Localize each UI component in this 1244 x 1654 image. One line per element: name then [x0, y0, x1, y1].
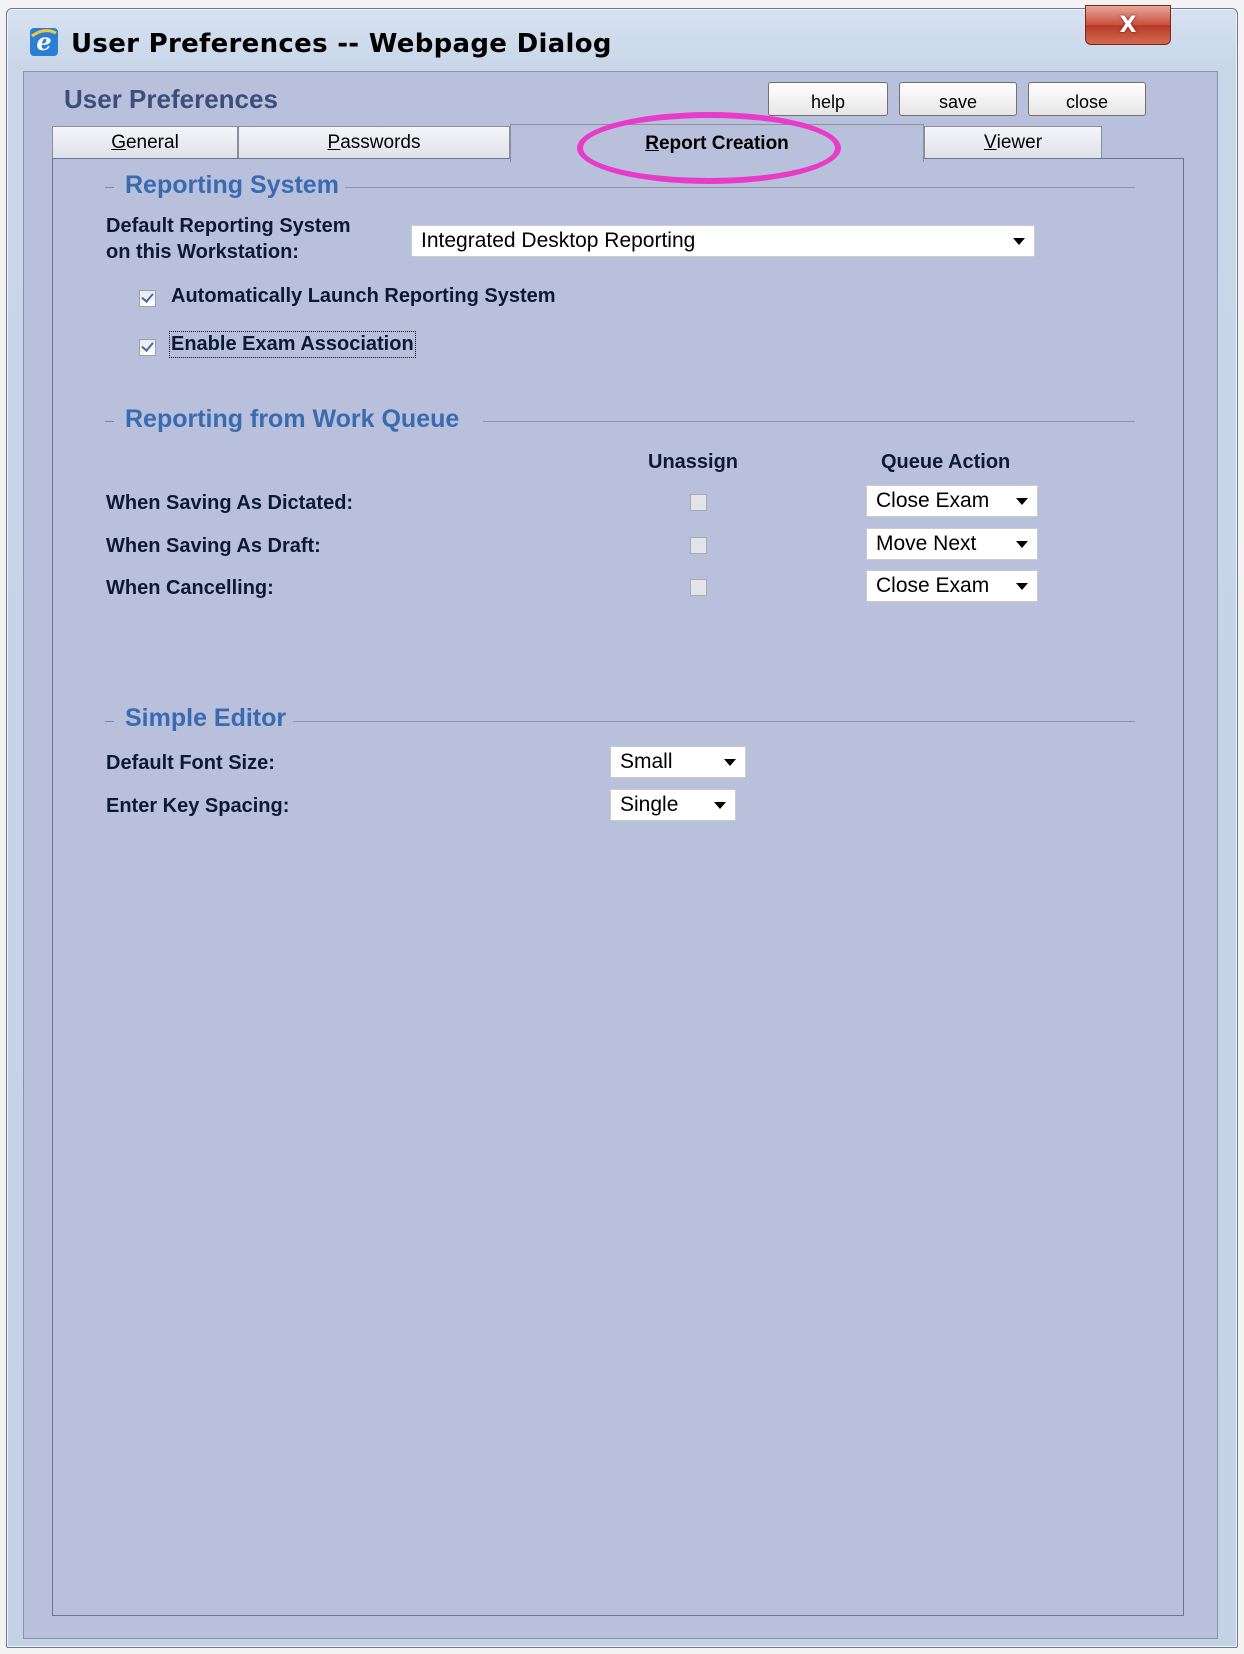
chevron-down-icon	[1016, 498, 1028, 505]
tab-access-key: V	[983, 131, 997, 153]
default-reporting-label-line1: Default Reporting System	[106, 215, 351, 237]
window-close-button[interactable]: X	[1085, 5, 1171, 45]
save-button[interactable]: save	[899, 82, 1017, 116]
close-button[interactable]: close	[1028, 82, 1146, 116]
section-divider	[343, 187, 1135, 188]
queue-row-label: When Saving As Draft:	[106, 535, 321, 557]
section-heading-reporting-system: Reporting System	[119, 171, 345, 200]
exam-association-label: Enable Exam Association	[169, 331, 416, 358]
chevron-down-icon	[1016, 541, 1028, 548]
chevron-down-icon	[1013, 238, 1025, 245]
tab-passwords[interactable]: Passwords	[238, 126, 510, 158]
title-bar: e User Preferences -- Webpage Dialog X	[7, 5, 1237, 71]
window-title: User Preferences -- Webpage Dialog	[71, 29, 612, 59]
tab-access-key: R	[645, 132, 659, 154]
section-dash	[105, 421, 114, 422]
help-button[interactable]: help	[768, 82, 888, 116]
font-size-select[interactable]: Small	[610, 746, 746, 778]
select-value: Close Exam	[876, 574, 990, 597]
queue-action-select[interactable]: Close Exam	[866, 570, 1038, 602]
dialog-window: e User Preferences -- Webpage Dialog X U…	[6, 5, 1238, 1648]
column-header-queue-action: Queue Action	[881, 451, 1011, 473]
chevron-down-icon	[724, 759, 736, 766]
key-spacing-select[interactable]: Single	[610, 789, 736, 821]
tab-label: asswords	[340, 131, 421, 153]
default-reporting-select[interactable]: Integrated Desktop Reporting	[411, 225, 1035, 257]
tab-label: eport Creation	[658, 132, 789, 154]
select-value: Close Exam	[876, 489, 990, 512]
tab-label: eneral	[125, 131, 179, 153]
chevron-down-icon	[714, 802, 726, 809]
section-divider	[293, 721, 1135, 722]
select-value: Small	[620, 750, 673, 773]
queue-row-label: When Saving As Dictated:	[106, 492, 354, 514]
queue-action-select[interactable]: Close Exam	[866, 485, 1038, 517]
internet-explorer-icon: e	[30, 27, 58, 56]
unassign-checkbox[interactable]	[690, 537, 707, 554]
select-value: Single	[620, 793, 679, 816]
font-size-label: Default Font Size:	[106, 752, 275, 774]
dialog-content: User Preferences help save close General…	[23, 71, 1218, 1639]
section-heading-work-queue: Reporting from Work Queue	[119, 405, 466, 434]
section-dash	[105, 187, 114, 188]
tab-access-key: G	[111, 131, 126, 153]
select-value: Integrated Desktop Reporting	[421, 229, 696, 252]
report-creation-panel: Reporting System Default Reporting Syste…	[52, 158, 1184, 1616]
page-title: User Preferences	[64, 84, 278, 114]
queue-row-label: When Cancelling:	[106, 577, 274, 599]
unassign-checkbox[interactable]	[690, 579, 707, 596]
default-reporting-label-line2: on this Workstation:	[106, 241, 299, 263]
auto-launch-checkbox[interactable]	[139, 290, 156, 307]
chevron-down-icon	[1016, 583, 1028, 590]
queue-action-select[interactable]: Move Next	[866, 528, 1038, 560]
section-heading-simple-editor: Simple Editor	[119, 704, 293, 733]
key-spacing-label: Enter Key Spacing:	[106, 795, 290, 817]
section-divider	[483, 421, 1135, 422]
column-header-unassign: Unassign	[648, 451, 739, 473]
tab-report-creation[interactable]: Report Creation	[510, 124, 924, 162]
select-value: Move Next	[876, 532, 977, 555]
tab-label: iewer	[996, 131, 1043, 153]
unassign-checkbox[interactable]	[690, 494, 707, 511]
tab-access-key: P	[327, 131, 341, 153]
tab-general[interactable]: General	[52, 126, 238, 158]
section-dash	[105, 721, 114, 722]
tab-viewer[interactable]: Viewer	[924, 126, 1102, 158]
exam-association-checkbox[interactable]	[139, 339, 156, 356]
auto-launch-label: Automatically Launch Reporting System	[171, 285, 556, 307]
